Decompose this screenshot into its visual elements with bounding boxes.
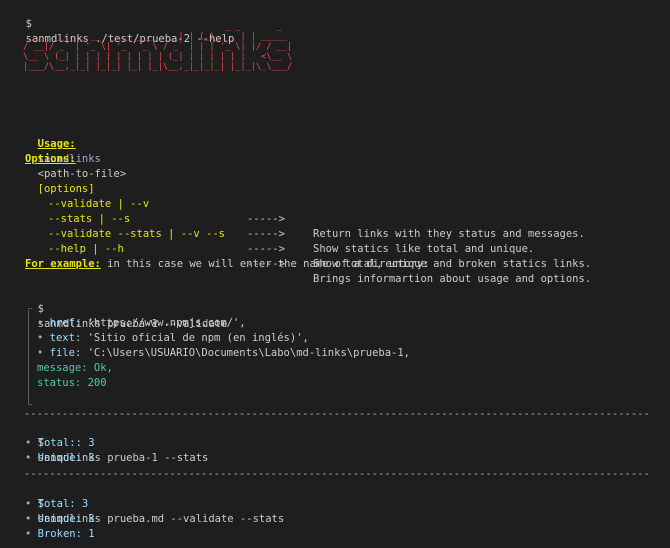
stats-broken: • Broken: 1 bbox=[25, 527, 95, 542]
stats-unique: • Unique: 3 bbox=[25, 512, 95, 527]
text-value: 'Sitio oficial de npm (en inglés)', bbox=[87, 332, 309, 344]
bullet: • bbox=[25, 513, 32, 525]
result-href: • href: 'https://www.npmjs.com/', bbox=[37, 316, 246, 331]
option-flag: --validate --stats | --v --s bbox=[48, 228, 226, 240]
options-title: Options: bbox=[25, 153, 76, 165]
bullet: • bbox=[37, 332, 44, 344]
option-arrow: -----> bbox=[247, 243, 285, 255]
example-label: For example: bbox=[25, 258, 101, 270]
file-key: file: bbox=[49, 347, 82, 359]
banner-line: _ _ _ bbox=[18, 22, 324, 32]
option-row: --help | --h -----> Brings informartion … bbox=[0, 227, 591, 302]
option-arrow: -----> bbox=[247, 228, 285, 240]
bullet: • bbox=[25, 528, 32, 540]
terminal-window[interactable]: { "prompt": "$", "command": "sanmdlinks … bbox=[0, 0, 670, 548]
result-text: • text: 'Sitio oficial de npm (en inglés… bbox=[37, 331, 309, 346]
stats-broken-text: Broken: 1 bbox=[37, 528, 95, 540]
usage-options: [options] bbox=[37, 183, 95, 195]
stats-total-text: Total:: 3 bbox=[37, 437, 95, 449]
separator: ----------------------------------------… bbox=[24, 409, 650, 419]
option-flag: --validate | --v bbox=[48, 198, 150, 210]
option-flag: --stats | --s bbox=[48, 213, 131, 225]
bullet: • bbox=[25, 452, 32, 464]
usage-arg: <path-to-file> bbox=[37, 168, 127, 180]
option-arrow: -----> bbox=[247, 213, 285, 225]
separator: ----------------------------------------… bbox=[24, 469, 650, 479]
stats-total-text: Total: 3 bbox=[37, 498, 89, 510]
bullet: • bbox=[37, 347, 44, 359]
option-desc: Return links with they status and messag… bbox=[313, 228, 585, 240]
banner-line: \__ \ (_| | | | | | | | | | (_| | | | | … bbox=[18, 52, 293, 62]
stats-total: • Total:: 3 bbox=[25, 436, 95, 451]
result-message: message: Ok, bbox=[37, 362, 113, 374]
text-key: text: bbox=[49, 332, 82, 344]
bullet: • bbox=[25, 437, 32, 449]
banner-line: |___/\__,_|_| |_|_| |_| |_|\__,_|_|_|_| … bbox=[18, 62, 293, 72]
option-desc: Brings informartion about usage and opti… bbox=[313, 273, 592, 285]
banner-line: ___ __ _ _ __ _ __ ___ __| | (_)_ __ | |… bbox=[18, 32, 293, 42]
bullet: • bbox=[25, 498, 32, 510]
href-value: 'https://www.npmjs.com/', bbox=[87, 317, 246, 329]
stats-total: • Total: 3 bbox=[25, 497, 88, 512]
ascii-banner: _ _ _ ___ __ _ _ __ _ __ ___ __| | (_)_ … bbox=[18, 22, 323, 72]
bullet: • bbox=[37, 317, 44, 329]
file-value: 'C:\Users\USUARIO\Documents\Labo\md-link… bbox=[87, 347, 410, 359]
banner-line: / __|/ _` | '_ \| '_ ` _ \ / _` | | | '_… bbox=[18, 42, 293, 52]
result-file: • file: 'C:\Users\USUARIO\Documents\Labo… bbox=[37, 346, 410, 361]
stats-unique-text: Unique: 3 bbox=[37, 513, 95, 525]
example-text: in this case we will enter the name of a… bbox=[100, 258, 430, 270]
result-status: status: 200 bbox=[37, 377, 107, 389]
option-desc: Show statics like total and unique. bbox=[313, 243, 535, 255]
example-line: For example: in this case we will enter … bbox=[25, 257, 430, 272]
usage-label: Usage: bbox=[37, 138, 76, 150]
stats-unique-text: Unique: 3 bbox=[37, 452, 95, 464]
href-key: href: bbox=[49, 317, 82, 329]
option-flag: --help | --h bbox=[48, 243, 124, 255]
stats-unique: • Unique: 3 bbox=[25, 451, 95, 466]
